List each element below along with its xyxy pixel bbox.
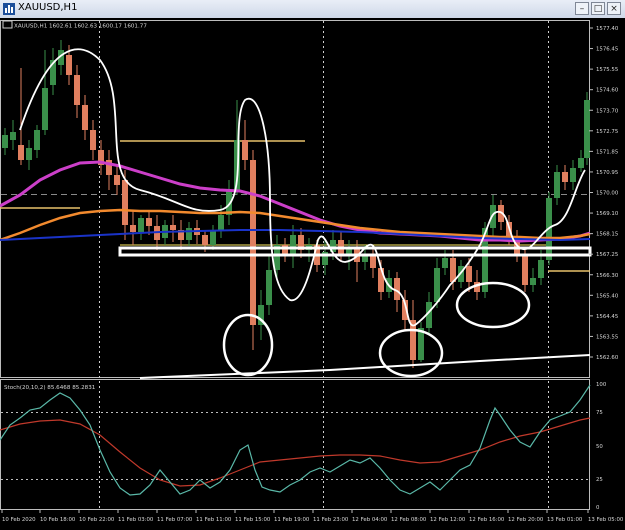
candle-body: [82, 105, 88, 130]
stoch-header: Stoch(20,10,2) 85.6468 85.2831: [4, 385, 96, 391]
time-tick-label: 12 Feb 04:00: [352, 517, 388, 523]
price-tick-label: 1574.60: [596, 88, 619, 94]
candle-body: [186, 228, 192, 240]
time-tick-label: 13 Feb 01:00: [547, 517, 583, 523]
stoch-tick-label: 75: [596, 410, 603, 416]
window-titlebar[interactable]: XAUUSD,H1 – □ ×: [0, 0, 625, 19]
candle-body: [34, 130, 40, 150]
price-tick-label: 1562.60: [596, 355, 619, 361]
window-title: XAUUSD,H1: [18, 2, 78, 13]
price-tick-label: 1563.55: [596, 334, 618, 340]
stoch-tick-label: 25: [596, 477, 603, 483]
candle-body: [138, 218, 144, 232]
candle-body: [26, 148, 32, 160]
stoch-tick-label: 50: [596, 444, 603, 450]
candle-body: [570, 168, 576, 182]
price-tick-label: 1576.45: [596, 47, 618, 53]
price-tick-label: 1568.15: [596, 232, 618, 238]
candle-body: [114, 175, 120, 185]
time-tick-label: 11 Feb 11:00: [196, 517, 232, 523]
close-button[interactable]: ×: [607, 2, 621, 15]
time-tick-label: 13 Feb 05:00: [588, 517, 624, 523]
candle-body: [146, 218, 152, 226]
candle-body: [250, 160, 256, 325]
candle-body: [554, 172, 560, 198]
time-tick-label: 11 Feb 19:00: [274, 517, 310, 523]
time-tick-label: 10 Feb 18:00: [40, 517, 76, 523]
chart-app-icon: [3, 3, 15, 15]
candle-body: [130, 225, 136, 232]
time-tick-label: 11 Feb 23:00: [313, 517, 349, 523]
price-tick-label: 1567.25: [596, 252, 618, 258]
candle-body: [202, 235, 208, 245]
candle-body: [242, 140, 248, 160]
time-tick-label: 11 Feb 15:00: [235, 517, 271, 523]
price-tick-label: 1569.10: [596, 211, 619, 217]
time-tick-label: 12 Feb 20:00: [508, 517, 544, 523]
price-tick-label: 1570.00: [596, 191, 619, 197]
candle-body: [74, 75, 80, 105]
time-tick-label: 11 Feb 07:00: [157, 517, 193, 523]
candle-body: [170, 225, 176, 230]
candle-body: [266, 270, 272, 305]
candle-body: [584, 100, 590, 158]
time-tick-label: 10 Feb 22:00: [79, 517, 115, 523]
time-tick-label: 12 Feb 08:00: [391, 517, 427, 523]
price-tick-label: 1575.55: [596, 67, 618, 73]
candle-body: [218, 215, 224, 230]
price-tick-label: 1564.45: [596, 314, 618, 320]
price-tick-label: 1573.70: [596, 108, 619, 114]
price-tick-label: 1565.40: [596, 293, 619, 299]
candle-body: [394, 278, 400, 300]
candle-body: [290, 235, 296, 255]
price-tick-label: 1572.75: [596, 129, 618, 135]
candle-body: [442, 258, 448, 268]
chart-window: XAUUSD,H1 – □ × XAUUSD,H1 1602.61 1602.6…: [0, 0, 625, 530]
candle-body: [210, 230, 216, 245]
candle-body: [538, 260, 544, 278]
minimize-button[interactable]: –: [575, 2, 589, 15]
candle-body: [90, 130, 96, 150]
candle-body: [10, 132, 16, 140]
candle-body: [370, 255, 376, 268]
candle-body: [42, 88, 48, 130]
stoch-tick-label: 100: [596, 382, 607, 388]
candle-body: [522, 255, 528, 285]
time-tick-label: 12 Feb 12:00: [430, 517, 466, 523]
candle-body: [18, 145, 24, 160]
candle-body: [466, 266, 472, 282]
candle-body: [122, 180, 128, 225]
price-chart[interactable]: XAUUSD,H1 1602.61 1602.63 1600.17 1601.7…: [0, 18, 625, 530]
candle-body: [530, 278, 536, 285]
price-tick-label: 1571.85: [596, 149, 618, 155]
candle-body: [562, 172, 568, 182]
price-tick-label: 1570.95: [596, 170, 618, 176]
candle-body: [2, 135, 8, 148]
stoch-tick-label: 0: [596, 505, 600, 511]
price-tick-label: 1566.30: [596, 273, 619, 279]
maximize-button[interactable]: □: [591, 2, 605, 15]
main-header: XAUUSD,H1 1602.61 1602.63 1600.17 1601.7…: [14, 24, 147, 30]
time-tick-label: 12 Feb 16:00: [469, 517, 505, 523]
time-tick-label: 11 Feb 03:00: [118, 517, 154, 523]
candle-body: [66, 55, 72, 75]
candle-body: [578, 158, 584, 168]
time-tick-label: 10 Feb 2020: [2, 517, 36, 523]
price-tick-label: 1577.40: [596, 26, 619, 32]
candle-body: [434, 268, 440, 302]
